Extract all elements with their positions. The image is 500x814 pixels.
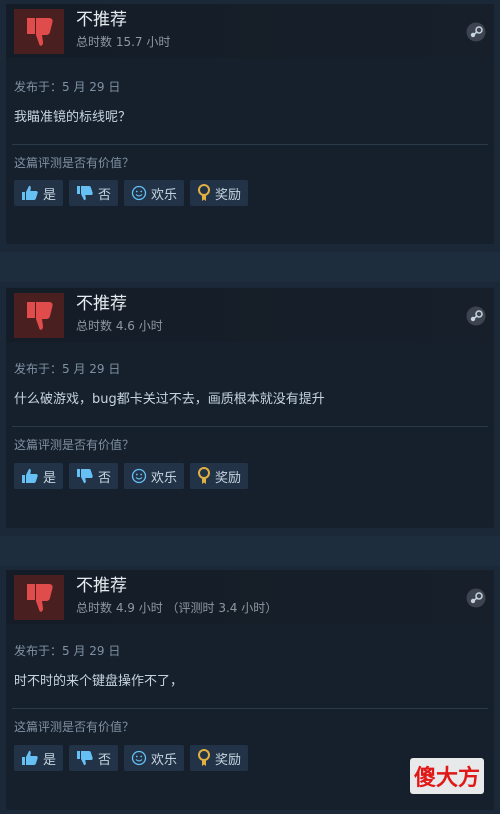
vote-yes-button[interactable]: 是 [14,463,64,489]
posted-date: 发布于：5 月 29 日 [14,80,121,94]
vote-no-button[interactable]: 否 [69,745,119,771]
award-label: 奖励 [215,752,242,768]
review-header: 不推荐 总时数 15.7 小时 [6,4,494,58]
funny-label: 欢乐 [151,470,178,486]
review-text: 时不时的来个键盘操作不了， [14,674,184,689]
award-button[interactable]: 奖励 [190,463,249,489]
helpful-prompt: 这篇评测是否有价值？ [14,438,135,452]
smiley-icon [131,750,147,766]
funny-label: 欢乐 [151,187,178,203]
thumbs-up-icon [22,750,38,765]
vote-funny-button[interactable]: 欢乐 [124,180,185,206]
steam-icon [466,306,486,326]
award-icon [198,749,211,766]
divider [12,708,488,709]
review-feed: 不推荐 总时数 15.7 小时 发布于：5 月 29 日 我瞄准镜的标线呢？ 这… [0,0,500,814]
yes-label: 是 [43,470,57,486]
helpful-prompt: 这篇评测是否有价值？ [14,156,135,170]
thumbs-down-icon [14,575,64,620]
no-label: 否 [98,187,112,203]
vote-yes-button[interactable]: 是 [14,745,64,771]
vote-buttons: 是 否 欢乐 奖励 [14,180,249,206]
no-label: 否 [98,470,112,486]
vote-funny-button[interactable]: 欢乐 [124,463,185,489]
divider [12,144,488,145]
thumbs-down-icon [77,751,93,766]
review-header: 不推荐 总时数 4.9 小时 （评测时 3.4 小时） [6,570,494,624]
smiley-icon [131,185,147,201]
yes-label: 是 [43,752,57,768]
vote-no-button[interactable]: 否 [69,180,119,206]
posted-date: 发布于：5 月 29 日 [14,644,121,658]
vote-funny-button[interactable]: 欢乐 [124,745,185,771]
playtime-hours: 总时数 4.9 小时 （评测时 3.4 小时） [76,601,278,615]
funny-label: 欢乐 [151,752,178,768]
award-label: 奖励 [215,470,242,486]
vote-yes-button[interactable]: 是 [14,180,64,206]
divider [12,426,488,427]
award-icon [198,467,211,484]
smiley-icon [131,468,147,484]
review-card: 不推荐 总时数 15.7 小时 发布于：5 月 29 日 我瞄准镜的标线呢？ 这… [6,4,494,244]
vote-buttons: 是 否 欢乐 奖励 [14,745,249,771]
review-text: 什么破游戏，bug都卡关过不去，画质根本就没有提升 [14,392,325,407]
section-separator [0,252,500,282]
thumbs-up-icon [22,185,38,200]
no-label: 否 [98,752,112,768]
review-header: 不推荐 总时数 4.6 小时 [6,288,494,342]
vote-no-button[interactable]: 否 [69,463,119,489]
review-card: 不推荐 总时数 4.6 小时 发布于：5 月 29 日 什么破游戏，bug都卡关… [6,288,494,528]
review-verdict: 不推荐 [76,10,127,30]
review-verdict: 不推荐 [76,576,127,596]
thumbs-down-icon [14,9,64,54]
posted-date: 发布于：5 月 29 日 [14,362,121,376]
watermark-logo: 傻大方 [409,758,484,794]
review-verdict: 不推荐 [76,294,127,314]
award-icon [198,184,211,201]
thumbs-down-icon [14,293,64,338]
review-text: 我瞄准镜的标线呢？ [14,110,132,125]
playtime-hours: 总时数 4.6 小时 [76,319,163,333]
section-separator [0,536,500,566]
steam-icon [466,588,486,608]
award-button[interactable]: 奖励 [190,180,249,206]
award-button[interactable]: 奖励 [190,745,249,771]
vote-buttons: 是 否 欢乐 奖励 [14,463,249,489]
thumbs-down-icon [77,186,93,201]
thumbs-down-icon [77,469,93,484]
steam-icon [466,22,486,42]
helpful-prompt: 这篇评测是否有价值？ [14,720,135,734]
playtime-hours: 总时数 15.7 小时 [76,35,171,49]
thumbs-up-icon [22,468,38,483]
award-label: 奖励 [215,187,242,203]
yes-label: 是 [43,187,57,203]
